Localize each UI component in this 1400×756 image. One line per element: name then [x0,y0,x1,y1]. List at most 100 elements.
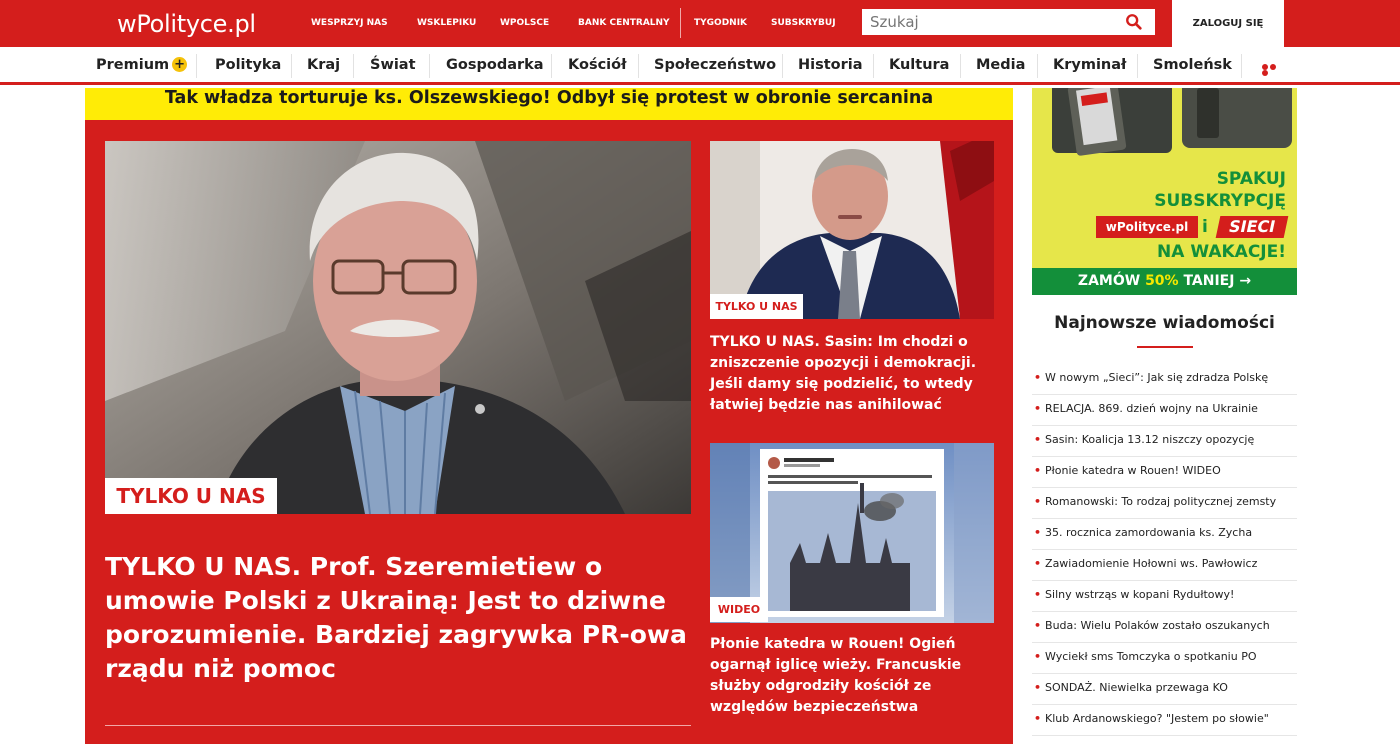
list-item[interactable]: • RELACJA. 869. dzień wojny na Ukrainie [1032,395,1297,426]
side-story-2-headline[interactable]: Płonie katedra w Rouen! Ogień ogarnął ig… [710,634,1000,718]
ad-cta-text: ZAMÓW [1077,273,1141,289]
nav-divider [196,54,197,78]
support-link[interactable]: WESPRZYJ NAS [311,18,388,28]
weekly-link[interactable]: TYGODNIK [694,18,747,28]
nav-item-economy[interactable]: Gospodarka [446,47,544,82]
nav-divider [782,54,783,78]
side-story-2-tag: WIDEO [710,597,768,622]
top-bar: wPolityce.pl WESPRZYJ NAS WSKLEPIKU WPOL… [0,0,1400,47]
bullet-icon: • [1034,526,1042,539]
login-button[interactable]: ZALOGUJ SIĘ [1172,0,1284,47]
nav-item-history[interactable]: Historia [798,47,863,82]
news-item-label: Silny wstrząs w kopani Rydułtowy! [1045,588,1235,601]
bullet-icon: • [1034,588,1042,601]
nav-item-premium[interactable]: Premium + [96,47,188,82]
news-item-label: Klub Ardanowskiego? "Jestem po słowie" [1045,712,1269,725]
main-story-headline[interactable]: TYLKO U NAS. Prof. Szeremietiew o umowie… [105,550,705,686]
news-item-label: Romanowski: To rodzaj politycznej zemsty [1045,495,1277,508]
ad-text: SUBSKRYPCJĘ [1154,191,1286,211]
nav-divider [1137,54,1138,78]
nav-divider [353,54,354,78]
list-item[interactable]: • 35. rocznica zamordowania ks. Zycha [1032,519,1297,550]
subscribe-link[interactable]: SUBSKRYBUJ [771,18,836,28]
ad-conjunction: i [1202,217,1208,237]
nav-item-world[interactable]: Świat [370,47,416,82]
search-input[interactable] [870,12,1110,32]
side-story-1-headline[interactable]: TYLKO U NAS. Sasin: Im chodzi o zniszcze… [710,332,1000,416]
bullet-icon: • [1034,433,1042,446]
latest-news-title: Najnowsze wiadomości [1054,313,1275,333]
bullet-icon: • [1034,681,1042,694]
bullet-icon: • [1034,402,1042,415]
list-item[interactable]: • Romanowski: To rodzaj politycznej zemst… [1032,488,1297,519]
list-item[interactable]: • Płonie katedra w Rouen! WIDEO [1032,457,1297,488]
nav-item-society[interactable]: Społeczeństwo [654,47,776,82]
bullet-icon: • [1034,495,1042,508]
nav-item-smolensk[interactable]: Smoleńsk [1153,47,1232,82]
ad-line-1: SPAKUJ SUBSKRYPCJĘ [1032,168,1286,212]
side-story-1-image[interactable] [710,141,994,319]
wpolsce-link[interactable]: WPOLSCE [500,18,549,28]
list-item[interactable]: • Silny wstrząs w kopani Rydułtowy! [1032,581,1297,612]
bullet-icon: • [1034,371,1042,384]
bullet-icon: • [1034,712,1042,725]
top-divider [680,8,681,38]
ad-line-3: NA WAKACJE! [1157,242,1286,262]
nav-item-label: Premium [96,57,170,73]
search-box [862,9,1155,35]
central-bank-link[interactable]: BANK CENTRALNY [578,18,670,28]
site-logo[interactable]: wPolityce.pl [117,10,256,38]
list-item[interactable]: • Klub Ardanowskiego? "Jestem po słowie" [1032,705,1297,736]
nav-divider [960,54,961,78]
title-underline [1137,346,1193,348]
plus-icon: + [172,57,188,72]
nav-item-media[interactable]: Media [976,47,1025,82]
main-story-tag: TYLKO U NAS [105,478,277,514]
nav-divider [291,54,292,78]
nav-item-politics[interactable]: Polityka [215,47,281,82]
bullet-icon: • [1034,619,1042,632]
ad-text: SPAKUJ [1216,169,1286,189]
nav-item-culture[interactable]: Kultura [889,47,949,82]
ad-brand-wpolityce: wPolityce.pl [1096,216,1198,238]
bullet-icon: • [1034,557,1042,570]
search-icon[interactable] [1125,13,1143,31]
nav-item-crime[interactable]: Kryminał [1053,47,1126,82]
more-dots-icon[interactable] [1262,64,1284,76]
latest-news-list: • W nowym „Sieci”: Jak się zdradza Polskę… [1032,364,1297,736]
nav-divider [429,54,430,78]
list-item[interactable]: • Buda: Wielu Polaków zostało oszukanych [1032,612,1297,643]
list-item[interactable]: • Wyciekł sms Tomczyka o spotkaniu PO [1032,643,1297,674]
shop-link[interactable]: WSKLEPIKU [417,18,476,28]
ad-cta-button[interactable]: ZAMÓW 50% TANIEJ → [1032,268,1297,295]
nav-divider [1241,54,1242,78]
list-item[interactable]: • W nowym „Sieci”: Jak się zdradza Polskę [1032,364,1297,395]
bullet-icon: • [1034,464,1042,477]
news-item-label: SONDAŻ. Niewielka przewaga KO [1045,681,1228,694]
main-story-image[interactable] [105,141,691,514]
news-item-label: Buda: Wielu Polaków zostało oszukanych [1045,619,1270,632]
nav-item-church[interactable]: Kościół [568,47,626,82]
news-item-label: RELACJA. 869. dzień wojny na Ukrainie [1045,402,1258,415]
list-item[interactable]: • SONDAŻ. Niewielka przewaga KO [1032,674,1297,705]
news-item-label: Zawiadomienie Hołowni ws. Pawłowicz [1045,557,1258,570]
nav-divider [638,54,639,78]
bullet-icon: • [1034,650,1042,663]
main-nav: Premium + Polityka Kraj Świat Gospodarka … [0,47,1400,85]
nav-item-country[interactable]: Kraj [307,47,340,82]
news-item-label: Wyciekł sms Tomczyka o spotkaniu PO [1045,650,1257,663]
breaking-banner[interactable]: Tak władza torturuje ks. Olszewskiego! O… [85,88,1013,120]
nav-divider [551,54,552,78]
ad-cta-text: TANIEJ → [1183,273,1252,289]
ad-cta-discount: 50% [1145,273,1179,289]
divider [105,725,691,726]
subscription-ad[interactable]: SPAKUJ SUBSKRYPCJĘ wPolityce.pl i SIECI … [1032,88,1297,295]
side-story-2-image[interactable] [710,443,994,623]
ad-brand-sieci: SIECI [1215,216,1289,238]
list-item[interactable]: • Zawiadomienie Hołowni ws. Pawłowicz [1032,550,1297,581]
news-item-label: Sasin: Koalicja 13.12 niszczy opozycję [1045,433,1255,446]
news-item-label: W nowym „Sieci”: Jak się zdradza Polskę [1045,371,1269,384]
list-item[interactable]: • Sasin: Koalicja 13.12 niszczy opozycję [1032,426,1297,457]
side-story-1-tag: TYLKO U NAS [710,294,803,319]
nav-divider [1037,54,1038,78]
